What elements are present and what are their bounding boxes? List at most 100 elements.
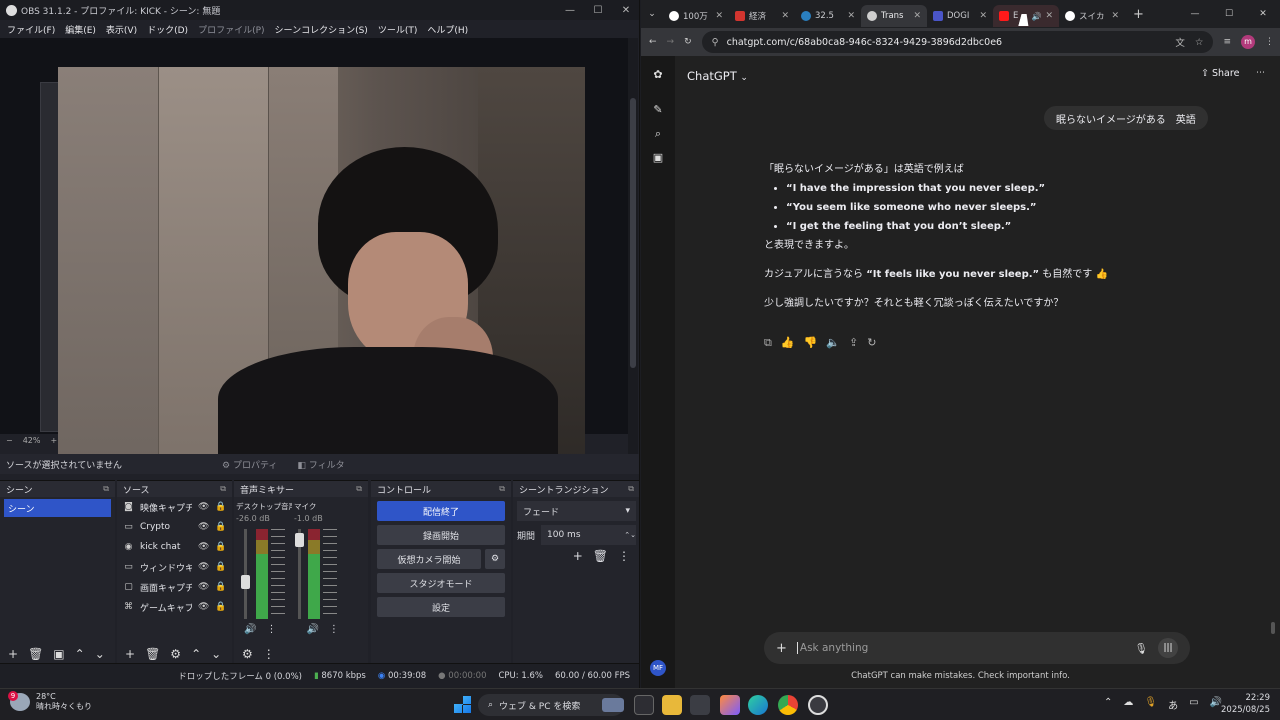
close-button[interactable]: ✕ [1246,9,1280,19]
preview-vscrollbar[interactable] [628,38,638,463]
back-icon[interactable]: ← [649,37,657,47]
more-icon[interactable]: ⋮ [263,647,275,661]
share-button[interactable]: ⇪ Share [1201,68,1239,79]
close-tab-icon[interactable]: ✕ [1111,11,1119,21]
lock-icon[interactable]: 🔒 [215,522,226,532]
close-tab-icon[interactable]: ✕ [781,11,789,21]
browser-tab[interactable]: DOGI ✕ [927,5,993,27]
speaker-icon[interactable]: 🔊 [306,624,318,635]
menu-profile[interactable]: プロファイル(P) [198,23,264,36]
settings-button[interactable]: 設定 [377,597,505,617]
new-chat-icon[interactable]: ✎ [651,103,665,117]
new-tab-button[interactable]: + [1133,7,1144,22]
start-recording-button[interactable]: 録画開始 [377,525,505,545]
bookmark-star-icon[interactable]: ☆ [1195,37,1204,48]
eye-icon[interactable]: 👁 [198,542,209,552]
search-icon[interactable]: ⌕ [651,127,665,141]
profile-avatar[interactable]: m [1241,35,1255,49]
browser-tab[interactable]: 100万 ✕ [663,5,729,27]
maximize-button[interactable]: ☐ [584,5,612,16]
preview-vscroll-thumb[interactable] [630,98,636,368]
regenerate-icon[interactable]: ↻ [867,336,876,350]
properties-button[interactable]: ⚙ プロパティ [222,458,277,471]
start-virtual-camera-button[interactable]: 仮想カメラ開始 [377,549,481,569]
zoom-in-button[interactable]: + [50,436,57,445]
start-button[interactable] [454,696,471,713]
close-tab-icon[interactable]: ✕ [715,11,723,21]
conversation-menu-icon[interactable]: ⋯ [1256,68,1265,78]
undock-icon[interactable]: ⧉ [499,484,505,494]
studio-mode-button[interactable]: スタジオモード [377,573,505,593]
menu-tools[interactable]: ツール(T) [378,23,418,36]
source-item[interactable]: ◙ 映像キャプチャ 👁 🔒 [117,497,232,517]
composer-input[interactable]: Ask anything [796,642,1125,654]
clock[interactable]: 22:29 2025/08/25 [1218,692,1270,716]
ime-icon[interactable]: あ [1168,697,1178,712]
lock-icon[interactable]: 🔒 [215,602,226,612]
lock-icon[interactable]: 🔒 [215,542,226,552]
copilot-icon[interactable] [720,695,740,715]
source-item[interactable]: ▭ Crypto 👁 🔒 [117,517,232,537]
virtual-camera-settings-icon[interactable]: ⚙ [485,549,505,569]
edge-icon[interactable] [748,695,768,715]
close-tab-icon[interactable]: ✕ [1045,11,1053,21]
menu-help[interactable]: ヘルプ(H) [427,23,468,36]
undock-icon[interactable]: ⧉ [628,484,634,494]
media-control-icon[interactable]: ≡ [1223,37,1231,47]
minimize-button[interactable]: — [1178,9,1212,19]
transition-select[interactable]: フェード ▾ [517,501,636,521]
lock-icon[interactable]: 🔒 [215,582,226,592]
file-explorer-icon[interactable] [662,695,682,715]
filters-button[interactable]: ◧ フィルタ [297,458,344,471]
scene-item[interactable]: シーン [4,499,111,517]
menu-view[interactable]: 表示(V) [106,23,137,36]
menu-file[interactable]: ファイル(F) [7,23,55,36]
more-icon[interactable]: ⋮ [266,624,276,635]
browser-tab[interactable]: 経済 ✕ [729,5,795,27]
tab-search-button[interactable]: ⌄ [641,9,663,19]
source-item[interactable]: ▭ ウィンドウキャプ 👁 🔒 [117,557,232,577]
source-item[interactable]: ⌘ ゲームキャプチャ 👁 🔒 [117,597,232,617]
down-icon[interactable]: ⌄ [95,647,105,661]
obs-icon[interactable] [808,695,828,715]
eye-icon[interactable]: 👁 [198,582,209,592]
share-message-icon[interactable]: ⇪ [849,336,858,350]
address-bar[interactable]: ⚲ chatgpt.com/c/68ab0ca8-946c-8324-9429-… [701,31,1214,53]
volume-slider-handle[interactable] [241,575,250,589]
chrome-icon[interactable] [778,695,798,715]
eye-icon[interactable]: 👁 [198,562,209,572]
chrome-menu-icon[interactable]: ⋮ [1265,37,1274,47]
menu-edit[interactable]: 編集(E) [65,23,96,36]
lock-icon[interactable]: 🔒 [215,562,226,572]
up-icon[interactable]: ⌃ [191,647,201,661]
up-icon[interactable]: ⌃ [75,647,85,661]
add-icon[interactable]: + [8,647,18,661]
copy-icon[interactable]: ⧉ [764,336,772,350]
microphone-icon[interactable]: 🎙 [1144,697,1157,712]
lock-icon[interactable]: 🔒 [215,502,226,512]
trash-icon[interactable]: 🗑 [28,647,43,661]
reload-icon[interactable]: ↻ [684,37,692,47]
menu-scene-collection[interactable]: シーンコレクション(S) [275,23,368,36]
translate-icon[interactable]: 文 [1175,35,1185,49]
attach-plus-icon[interactable]: + [776,641,787,656]
weather-widget[interactable]: 9 28°C 晴れ時々くもり [8,691,92,712]
source-item[interactable]: ▢ 画面キャプチャ 👁 🔒 [117,577,232,597]
more-icon[interactable]: ⋮ [329,624,339,635]
trash-icon[interactable]: 🗑 [593,549,608,563]
spin-arrows-icon[interactable]: ⌃⌄ [624,531,636,539]
trash-icon[interactable]: 🗑 [145,647,160,661]
minimize-button[interactable]: — [556,5,584,16]
speaker-icon[interactable]: 🔊 [244,624,256,635]
source-item[interactable]: ◉ kick chat 👁 🔒 [117,537,232,557]
library-icon[interactable]: ▣ [651,151,665,165]
close-button[interactable]: ✕ [612,5,639,16]
volume-slider[interactable] [295,529,304,619]
forward-icon[interactable]: → [667,37,675,47]
volume-slider[interactable] [241,529,250,619]
store-icon[interactable] [690,695,710,715]
taskbar-search[interactable]: ⌕ ウェブ & PC を検索 [478,694,624,716]
openai-logo-icon[interactable]: ✿ [651,68,665,82]
close-tab-icon[interactable]: ✕ [847,11,855,21]
microphone-icon[interactable]: 🎙 [1135,642,1148,655]
